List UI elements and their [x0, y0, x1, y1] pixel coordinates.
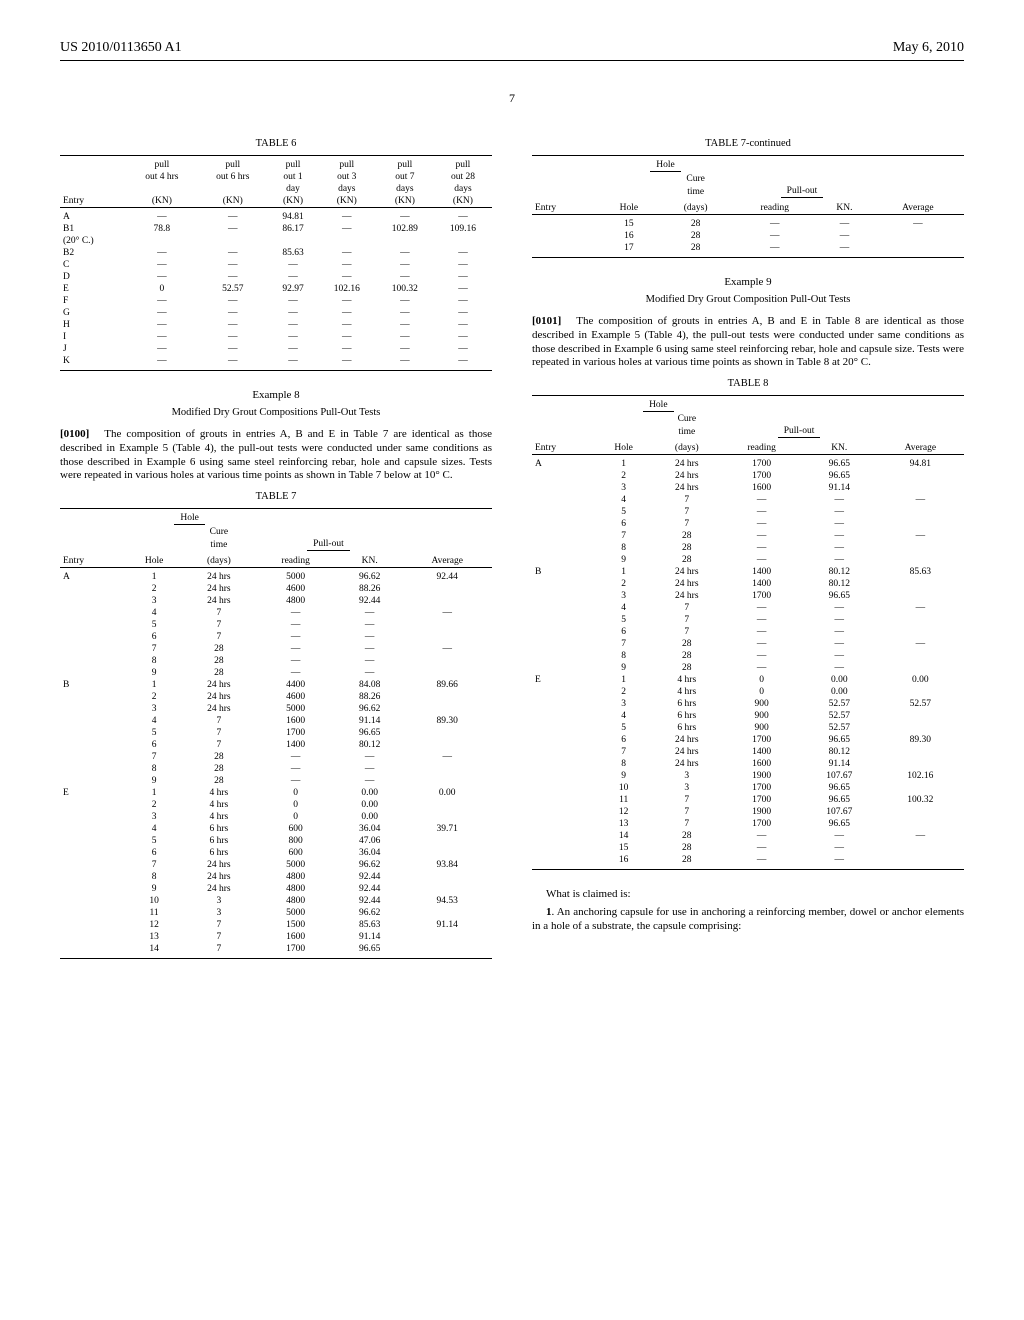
- publication-date: May 6, 2010: [893, 40, 964, 56]
- claim-text: . An anchoring capsule for use in anchor…: [532, 906, 964, 932]
- table7-continued: HoleCuretimePull-outEntryHole(days)readi…: [532, 155, 964, 258]
- left-column: TABLE 6 pullpullpullpullpullpullout 4 hr…: [60, 130, 492, 973]
- table8-title: TABLE 8: [532, 378, 964, 389]
- example8-title: Example 8: [60, 389, 492, 401]
- page-header: US 2010/0113650 A1 May 6, 2010: [60, 40, 964, 56]
- claim-1: 1. An anchoring capsule for use in ancho…: [532, 906, 964, 934]
- para-number: [0101]: [532, 315, 561, 327]
- table6-title: TABLE 6: [60, 138, 492, 149]
- header-rule: [60, 60, 964, 61]
- claims-intro: What is claimed is:: [532, 888, 964, 900]
- right-column: TABLE 7-continued HoleCuretimePull-outEn…: [532, 130, 964, 973]
- table7: HoleCuretimePull-outEntryHole(days)readi…: [60, 508, 492, 959]
- publication-number: US 2010/0113650 A1: [60, 40, 182, 56]
- table8: HoleCuretimePull-outEntryHole(days)readi…: [532, 395, 964, 870]
- table7-title: TABLE 7: [60, 491, 492, 502]
- example9-subtitle: Modified Dry Grout Composition Pull-Out …: [532, 294, 964, 305]
- example9-paragraph: [0101] The composition of grouts in entr…: [532, 315, 964, 370]
- para-text: The composition of grouts in entries A, …: [532, 315, 964, 368]
- example8-subtitle: Modified Dry Grout Compositions Pull-Out…: [60, 407, 492, 418]
- table6: pullpullpullpullpullpullout 4 hrsout 6 h…: [60, 155, 492, 371]
- page-number: 7: [60, 91, 964, 106]
- para-text: The composition of grouts in entries A, …: [60, 428, 492, 481]
- para-number: [0100]: [60, 428, 89, 440]
- table7c-title: TABLE 7-continued: [532, 138, 964, 149]
- example8-paragraph: [0100] The composition of grouts in entr…: [60, 428, 492, 483]
- example9-title: Example 9: [532, 276, 964, 288]
